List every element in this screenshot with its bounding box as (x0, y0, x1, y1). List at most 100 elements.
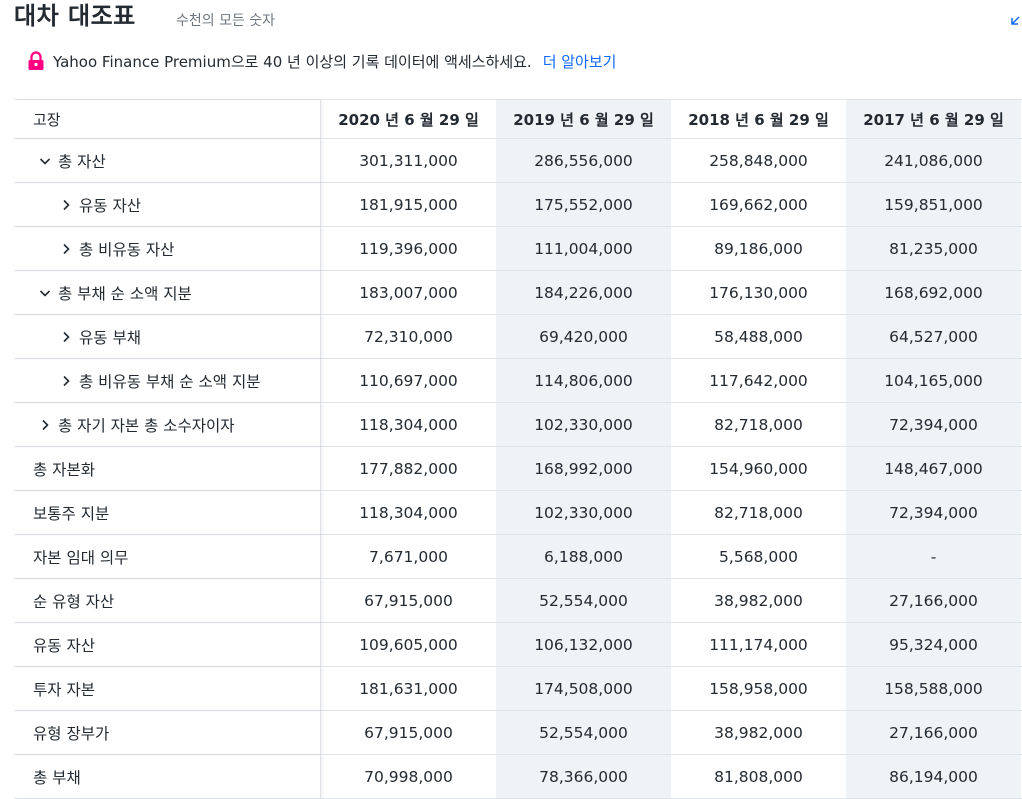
row-label-cell[interactable]: 총 자기 자본 총 소수자이자 (14, 403, 321, 446)
value-cell: 27,166,000 (846, 711, 1021, 754)
value-cell: 104,165,000 (846, 359, 1021, 402)
row-label: 총 자산 (58, 152, 106, 171)
table-row: 유형 장부가 67,915,000 52,554,000 38,982,000 27,1… (14, 711, 1022, 755)
value-cell: 176,130,000 (709, 283, 808, 302)
chevron-down-icon[interactable] (35, 155, 55, 167)
value-cell: 286,556,000 (496, 139, 671, 182)
value-cell: 82,718,000 (714, 503, 803, 522)
table-row: 총 자산 301,311,000 286,556,000 258,848,000 241… (14, 139, 1022, 183)
value-cell: 27,166,000 (846, 579, 1021, 622)
chevron-right-icon[interactable] (56, 199, 76, 211)
value-cell: 89,186,000 (714, 239, 803, 258)
value-cell: 64,527,000 (846, 315, 1021, 358)
value-cell: 70,998,000 (364, 767, 453, 786)
row-label: 유동 부채 (79, 328, 141, 347)
lock-icon (28, 51, 44, 70)
value-cell: 38,982,000 (714, 591, 803, 610)
value-cell: 169,662,000 (709, 195, 808, 214)
value-cell: 58,488,000 (714, 327, 803, 346)
table-row: 총 자기 자본 총 소수자이자 118,304,000 102,330,000 82,… (14, 403, 1022, 447)
table-row: 투자 자본 181,631,000 174,508,000 158,958,000 15… (14, 667, 1022, 711)
value-cell: 72,394,000 (846, 491, 1021, 534)
table-row: 유동 부채 72,310,000 69,420,000 58,488,000 64,52… (14, 315, 1022, 359)
row-label-cell[interactable]: 총 자산 (14, 139, 321, 182)
value-cell: 301,311,000 (359, 151, 458, 170)
chevron-right-icon[interactable] (56, 331, 76, 343)
row-label-cell: 순 유형 자산 (14, 579, 321, 622)
value-cell: 118,304,000 (359, 503, 458, 522)
table-row: 유동 자산 109,605,000 106,132,000 111,174,000 95… (14, 623, 1022, 667)
value-cell: 118,304,000 (359, 415, 458, 434)
row-label: 자본 임대 의무 (33, 548, 129, 567)
row-label-cell[interactable]: 총 부채 순 소액 지분 (14, 271, 321, 314)
row-label: 총 비유동 자산 (79, 240, 175, 259)
value-cell: 241,086,000 (846, 139, 1021, 182)
value-cell: 258,848,000 (709, 151, 808, 170)
value-cell: - (846, 535, 1021, 578)
table-row: 자본 임대 의무 7,671,000 6,188,000 5,568,000 - (14, 535, 1022, 579)
column-header-date: 2019 년 6 월 29 일 (496, 100, 671, 138)
row-label: 유동 자산 (79, 196, 141, 215)
table-row: 총 비유동 부채 순 소액 지분 110,697,000 114,806,000 11… (14, 359, 1022, 403)
learn-more-link[interactable]: 더 알아보기 (543, 51, 617, 72)
row-label-cell: 총 자본화 (14, 447, 321, 490)
value-cell: 154,960,000 (709, 459, 808, 478)
value-cell: 109,605,000 (359, 635, 458, 654)
value-cell: 69,420,000 (496, 315, 671, 358)
chevron-down-icon[interactable] (35, 287, 55, 299)
row-label-cell[interactable]: 유동 부채 (14, 315, 321, 358)
value-cell: 81,235,000 (846, 227, 1021, 270)
row-label: 총 부채 순 소액 지분 (58, 284, 192, 303)
value-cell: 72,310,000 (364, 327, 453, 346)
value-cell: 52,554,000 (496, 579, 671, 622)
value-cell: 148,467,000 (846, 447, 1021, 490)
value-cell: 184,226,000 (496, 271, 671, 314)
table-row: 총 부채 순 소액 지분 183,007,000 184,226,000 176,13… (14, 271, 1022, 315)
value-cell: 168,992,000 (496, 447, 671, 490)
row-label: 순 유형 자산 (33, 592, 115, 611)
table-row: 총 부채 70,998,000 78,366,000 81,808,000 86,194… (14, 755, 1022, 799)
chevron-right-icon[interactable] (35, 419, 55, 431)
column-header-breakdown: 고장 (14, 100, 321, 138)
value-cell: 174,508,000 (496, 667, 671, 710)
value-cell: 102,330,000 (496, 491, 671, 534)
row-label: 유형 장부가 (33, 724, 110, 743)
row-label-cell: 투자 자본 (14, 667, 321, 710)
page-subtitle: 수천의 모든 숫자 (176, 13, 276, 29)
value-cell: 67,915,000 (364, 591, 453, 610)
table-row: 총 자본화 177,882,000 168,992,000 154,960,000 14… (14, 447, 1022, 491)
value-cell: 72,394,000 (846, 403, 1021, 446)
row-label: 유동 자산 (33, 636, 95, 655)
row-label: 총 부채 (33, 768, 81, 787)
value-cell: 78,366,000 (496, 755, 671, 798)
value-cell: 111,174,000 (709, 635, 808, 654)
value-cell: 86,194,000 (846, 755, 1021, 798)
row-label: 총 자본화 (33, 460, 95, 479)
row-label-cell: 총 부채 (14, 755, 321, 798)
value-cell: 111,004,000 (496, 227, 671, 270)
row-label: 총 비유동 부채 순 소액 지분 (79, 372, 261, 391)
row-label-cell[interactable]: 유동 자산 (14, 183, 321, 226)
expand-icon[interactable] (1010, 14, 1022, 26)
value-cell: 81,808,000 (714, 767, 803, 786)
value-cell: 158,588,000 (846, 667, 1021, 710)
premium-banner: Yahoo Finance Premium으로 40 년 이상의 기록 데이터에… (27, 48, 616, 74)
row-label-cell[interactable]: 총 비유동 자산 (14, 227, 321, 270)
value-cell: 119,396,000 (359, 239, 458, 258)
value-cell: 117,642,000 (709, 371, 808, 390)
column-header-date: 2018 년 6 월 29 일 (688, 110, 829, 129)
column-header-date: 2017 년 6 월 29 일 (846, 100, 1021, 138)
table-row: 유동 자산 181,915,000 175,552,000 169,662,000 15… (14, 183, 1022, 227)
page-header: 대차 대조표 수천의 모든 숫자 (14, 0, 1020, 40)
value-cell: 110,697,000 (359, 371, 458, 390)
chevron-right-icon[interactable] (56, 243, 76, 255)
row-label: 보통주 지분 (33, 504, 110, 523)
value-cell: 181,915,000 (359, 195, 458, 214)
value-cell: 177,882,000 (359, 459, 458, 478)
row-label: 총 자기 자본 총 소수자이자 (58, 416, 235, 435)
chevron-right-icon[interactable] (56, 375, 76, 387)
value-cell: 114,806,000 (496, 359, 671, 402)
row-label-cell[interactable]: 총 비유동 부채 순 소액 지분 (14, 359, 321, 402)
row-label-cell: 보통주 지분 (14, 491, 321, 534)
table-row: 총 비유동 자산 119,396,000 111,004,000 89,186,000… (14, 227, 1022, 271)
